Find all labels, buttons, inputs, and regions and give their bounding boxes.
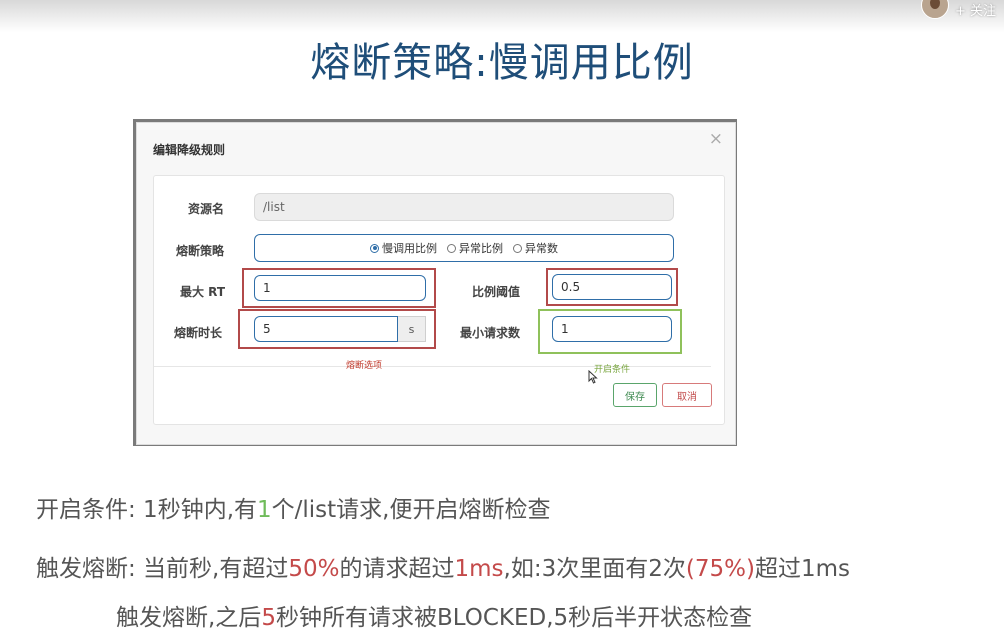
note-highlight-green: 1 [257, 497, 272, 523]
breaker-options-note: 熔断选项 [346, 361, 383, 371]
note-highlight-red: 5 [261, 605, 276, 631]
radio-unchecked-icon [447, 243, 456, 253]
note-line-2: 触发熔断: 当前秒,有超过50%的请求超过1ms,如:3次里面有2次(75%)超… [36, 549, 850, 583]
duration-label: 熔断时长 [174, 326, 223, 340]
note-text: 个/list请求,便开启熔断检查 [271, 497, 551, 523]
radio-unchecked-icon [513, 243, 522, 253]
note-text: 的请求超过 [339, 556, 455, 582]
duration-value: 5 [263, 322, 271, 336]
strategy-label: 熔断策略 [176, 244, 225, 258]
resource-value: /list [263, 200, 285, 214]
min-request-label: 最小请求数 [460, 326, 521, 340]
follow-button[interactable]: + 关注 [955, 0, 996, 19]
save-button[interactable]: 保存 [613, 383, 657, 407]
close-icon[interactable]: × [709, 129, 723, 149]
strategy-option-label: 慢调用比例 [382, 242, 437, 255]
open-conditions-note: 开启条件 [594, 365, 631, 375]
duration-unit: s [398, 316, 426, 342]
note-text: 秒钟所有请求被BLOCKED,5秒后半开状态检查 [275, 605, 753, 631]
top-gradient [0, 0, 1004, 32]
strategy-option-label: 异常比例 [459, 242, 503, 255]
max-rt-value: 1 [263, 281, 271, 295]
mouse-cursor-icon [588, 370, 598, 384]
resource-label: 资源名 [188, 202, 225, 216]
min-request-value: 1 [561, 322, 569, 336]
note-text: 开启条件: 1秒钟内,有 [36, 497, 258, 523]
duration-input[interactable]: 5 [254, 316, 398, 342]
radio-checked-icon [370, 243, 379, 253]
note-highlight-red: 50% [288, 556, 340, 582]
slide-title: 熔断策略:慢调用比例 [310, 40, 694, 86]
dialog-title: 编辑降级规则 [153, 143, 226, 157]
avatar [920, 0, 949, 19]
follow-overlay[interactable]: + 关注 [913, 0, 1004, 19]
ratio-threshold-label: 比例阈值 [472, 285, 521, 299]
cancel-button[interactable]: 取消 [662, 383, 712, 407]
ratio-threshold-input[interactable]: 0.5 [552, 274, 672, 300]
strategy-radio-group: 慢调用比例 异常比例 异常数 [254, 234, 674, 262]
embedded-screenshot: 编辑降级规则 × 资源名 /list 熔断策略 慢调用比例 异常比例 异常数 最… [133, 119, 737, 446]
strategy-option-slow-ratio[interactable]: 慢调用比例 [370, 240, 437, 256]
strategy-option-label: 异常数 [525, 242, 558, 255]
note-highlight-red: 1ms [454, 556, 504, 582]
max-rt-label: 最大 RT [180, 285, 226, 299]
note-text: 触发熔断: 当前秒,有超过 [36, 556, 289, 582]
note-line-3: 触发熔断,之后5秒钟所有请求被BLOCKED,5秒后半开状态检查 [116, 598, 752, 632]
ratio-threshold-value: 0.5 [561, 280, 581, 294]
dialog-form: 资源名 /list 熔断策略 慢调用比例 异常比例 异常数 最大 RT 1 比例… [153, 175, 725, 425]
edit-degrade-rule-dialog: 编辑降级规则 × 资源名 /list 熔断策略 慢调用比例 异常比例 异常数 最… [136, 122, 736, 445]
note-text: ,如:3次里面有2次 [503, 556, 686, 582]
max-rt-input[interactable]: 1 [254, 275, 426, 301]
strategy-option-error-ratio[interactable]: 异常比例 [447, 240, 503, 256]
note-text: 触发熔断,之后 [116, 605, 262, 631]
min-request-input[interactable]: 1 [552, 316, 672, 342]
note-text: 超过1ms [754, 556, 850, 582]
resource-input[interactable]: /list [254, 193, 674, 221]
strategy-option-error-count[interactable]: 异常数 [513, 240, 558, 256]
note-line-1: 开启条件: 1秒钟内,有1个/list请求,便开启熔断检查 [36, 490, 551, 524]
note-highlight-red: (75%) [685, 556, 755, 582]
